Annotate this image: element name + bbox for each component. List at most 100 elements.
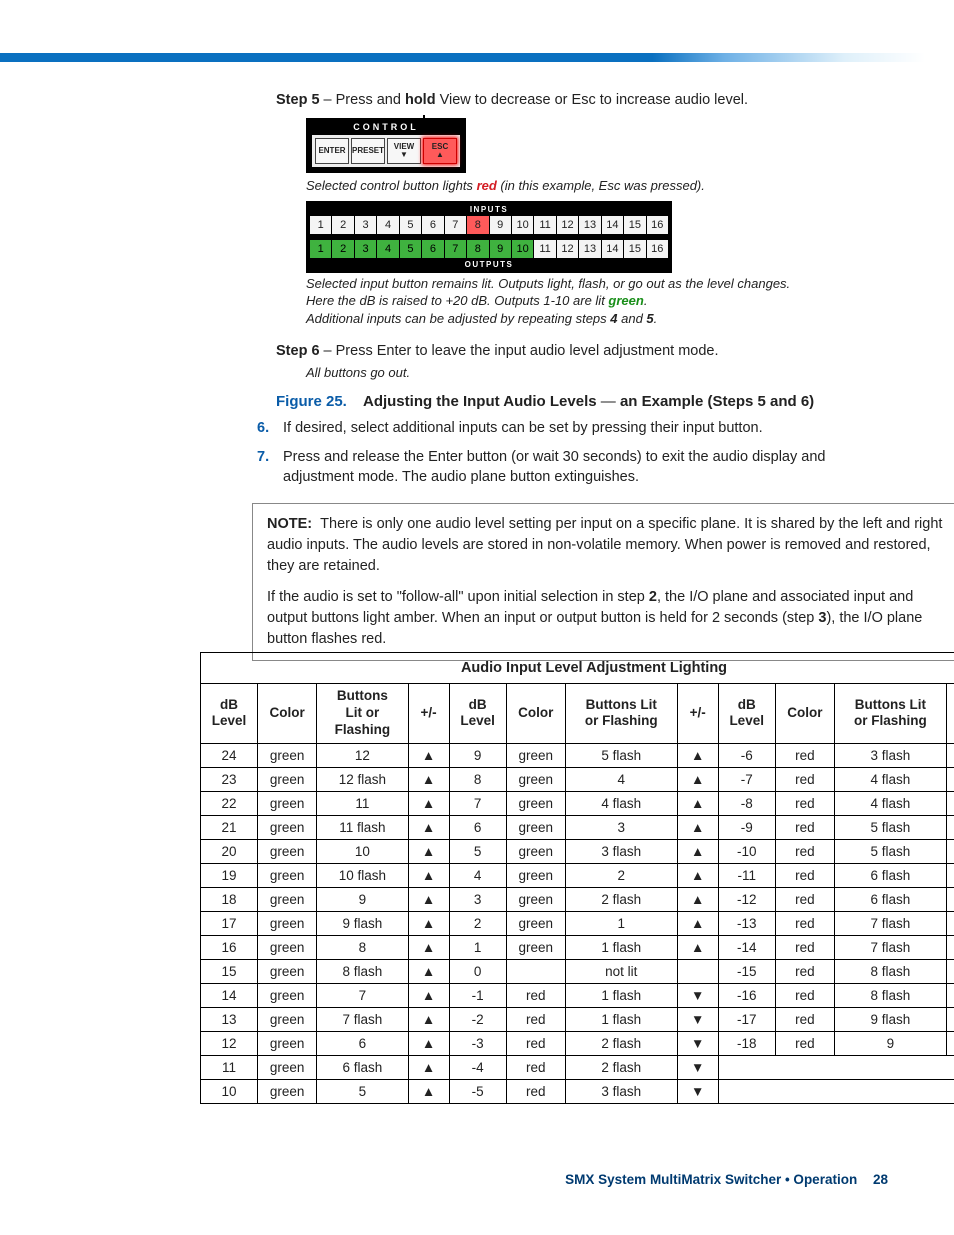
table-row: 24green12▲9green5 flash▲-6red3 flash▼: [201, 743, 954, 767]
page-footer: SMX System MultiMatrix Switcher • Operat…: [565, 1172, 888, 1187]
table-cell: ▼: [946, 911, 954, 935]
io-panel-diagram: INPUTS 12345678910111213141516 123456789…: [306, 201, 672, 273]
note-box: NOTE: There is only one audio level sett…: [252, 503, 954, 661]
table-cell: ▼: [946, 839, 954, 863]
table-cell: green: [258, 887, 317, 911]
table-cell: ▲: [408, 863, 449, 887]
table-cell: ▼: [677, 983, 718, 1007]
table-cell: 6: [317, 1031, 408, 1055]
table-title: Audio Input Level Adjustment Lighting: [201, 653, 954, 684]
table-cell: green: [506, 767, 565, 791]
table-cell: -18: [718, 1031, 775, 1055]
inputs-row: 12345678910111213141516: [309, 215, 669, 235]
table-cell: ▲: [408, 983, 449, 1007]
table-cell: 2: [449, 911, 506, 935]
table-cell: 16: [201, 935, 258, 959]
table-cell: [506, 959, 565, 983]
table-cell: 10 flash: [317, 863, 408, 887]
step6-line: Step 6 – Press Enter to leave the input …: [276, 341, 890, 361]
table-cell: 6: [449, 815, 506, 839]
th-btns: ButtonsLit orFlashing: [317, 684, 408, 744]
table-cell: 13: [201, 1007, 258, 1031]
input-cell: 10: [511, 216, 533, 234]
table-cell: 2 flash: [565, 887, 677, 911]
table-cell: 12: [317, 743, 408, 767]
table-cell: 8 flash: [835, 959, 947, 983]
table-cell: 21: [201, 815, 258, 839]
table-cell: 12: [201, 1031, 258, 1055]
th-color: Color: [258, 684, 317, 744]
output-cell: 2: [331, 240, 353, 258]
table-cell: 2: [565, 863, 677, 887]
table-cell: green: [506, 935, 565, 959]
table-row: 10green5▲-5red3 flash▼: [201, 1079, 954, 1103]
step5-line: Step 5 – Press and hold View to decrease…: [276, 92, 748, 108]
table-cell: ▲: [677, 839, 718, 863]
table-cell: -3: [449, 1031, 506, 1055]
table-cell: green: [506, 887, 565, 911]
table-cell: 4 flash: [835, 767, 947, 791]
table-cell: 9: [835, 1031, 947, 1055]
table-cell: red: [775, 887, 834, 911]
table-cell: ▼: [677, 1055, 718, 1079]
output-cell: 6: [421, 240, 443, 258]
table-row: 19green10 flash▲4green2▲-11red6 flash▼: [201, 863, 954, 887]
table-cell: 4: [565, 767, 677, 791]
table-cell: ▼: [946, 959, 954, 983]
table-cell: 5 flash: [835, 839, 947, 863]
table-cell: ▲: [677, 911, 718, 935]
table-cell: 10: [201, 1079, 258, 1103]
table-cell: 3 flash: [835, 743, 947, 767]
table-cell: green: [258, 839, 317, 863]
step6-sub: All buttons go out.: [306, 364, 890, 382]
table-cell: ▲: [408, 959, 449, 983]
pointer-arrow-icon: [423, 115, 425, 129]
table-row: 11green6 flash▲-4red2 flash▼: [201, 1055, 954, 1079]
table-cell: green: [258, 935, 317, 959]
table-cell: 0: [449, 959, 506, 983]
table-cell: green: [258, 791, 317, 815]
table-cell: ▲: [408, 1031, 449, 1055]
input-cell: 14: [601, 216, 623, 234]
input-cell: 11: [533, 216, 555, 234]
table-cell: ▲: [408, 1007, 449, 1031]
table-cell: not lit: [565, 959, 677, 983]
table-row: 14green7▲-1red1 flash▼-16red8 flash▼: [201, 983, 954, 1007]
th-pm: +/-: [408, 684, 449, 744]
table-cell: 19: [201, 863, 258, 887]
footer-page: 28: [873, 1172, 888, 1187]
output-cell: 7: [444, 240, 466, 258]
th-pm: +/-: [677, 684, 718, 744]
input-cell: 4: [376, 216, 398, 234]
table-cell: red: [506, 1055, 565, 1079]
table-cell: 22: [201, 791, 258, 815]
table-cell: 5 flash: [835, 815, 947, 839]
table-cell: 1 flash: [565, 1007, 677, 1031]
table-cell: -8: [718, 791, 775, 815]
outputs-label: OUTPUTS: [309, 259, 669, 270]
table-cell: ▲: [677, 791, 718, 815]
table-cell: 15: [201, 959, 258, 983]
caption-io-lines: Selected input button remains lit. Outpu…: [306, 275, 890, 328]
table-cell: 9: [317, 887, 408, 911]
table-cell: ▼: [946, 1007, 954, 1031]
table-cell: 1 flash: [565, 935, 677, 959]
lighting-table: Audio Input Level Adjustment Lighting dB…: [200, 652, 954, 1104]
table-cell: ▲: [408, 815, 449, 839]
table-cell: ▲: [408, 1055, 449, 1079]
table-cell: red: [775, 1007, 834, 1031]
output-cell: 11: [533, 240, 555, 258]
table-cell: 9: [449, 743, 506, 767]
table-cell: green: [258, 983, 317, 1007]
table-cell: ▲: [408, 1079, 449, 1103]
output-cell: 15: [623, 240, 645, 258]
table-cell: ▼: [946, 743, 954, 767]
table-cell: -1: [449, 983, 506, 1007]
table-cell: -10: [718, 839, 775, 863]
output-cell: 10: [511, 240, 533, 258]
table-cell: green: [258, 1079, 317, 1103]
input-cell: 8: [466, 216, 488, 234]
table-cell: ▼: [946, 983, 954, 1007]
control-panel-title: CONTROL: [312, 122, 460, 135]
table-cell: 3 flash: [565, 1079, 677, 1103]
